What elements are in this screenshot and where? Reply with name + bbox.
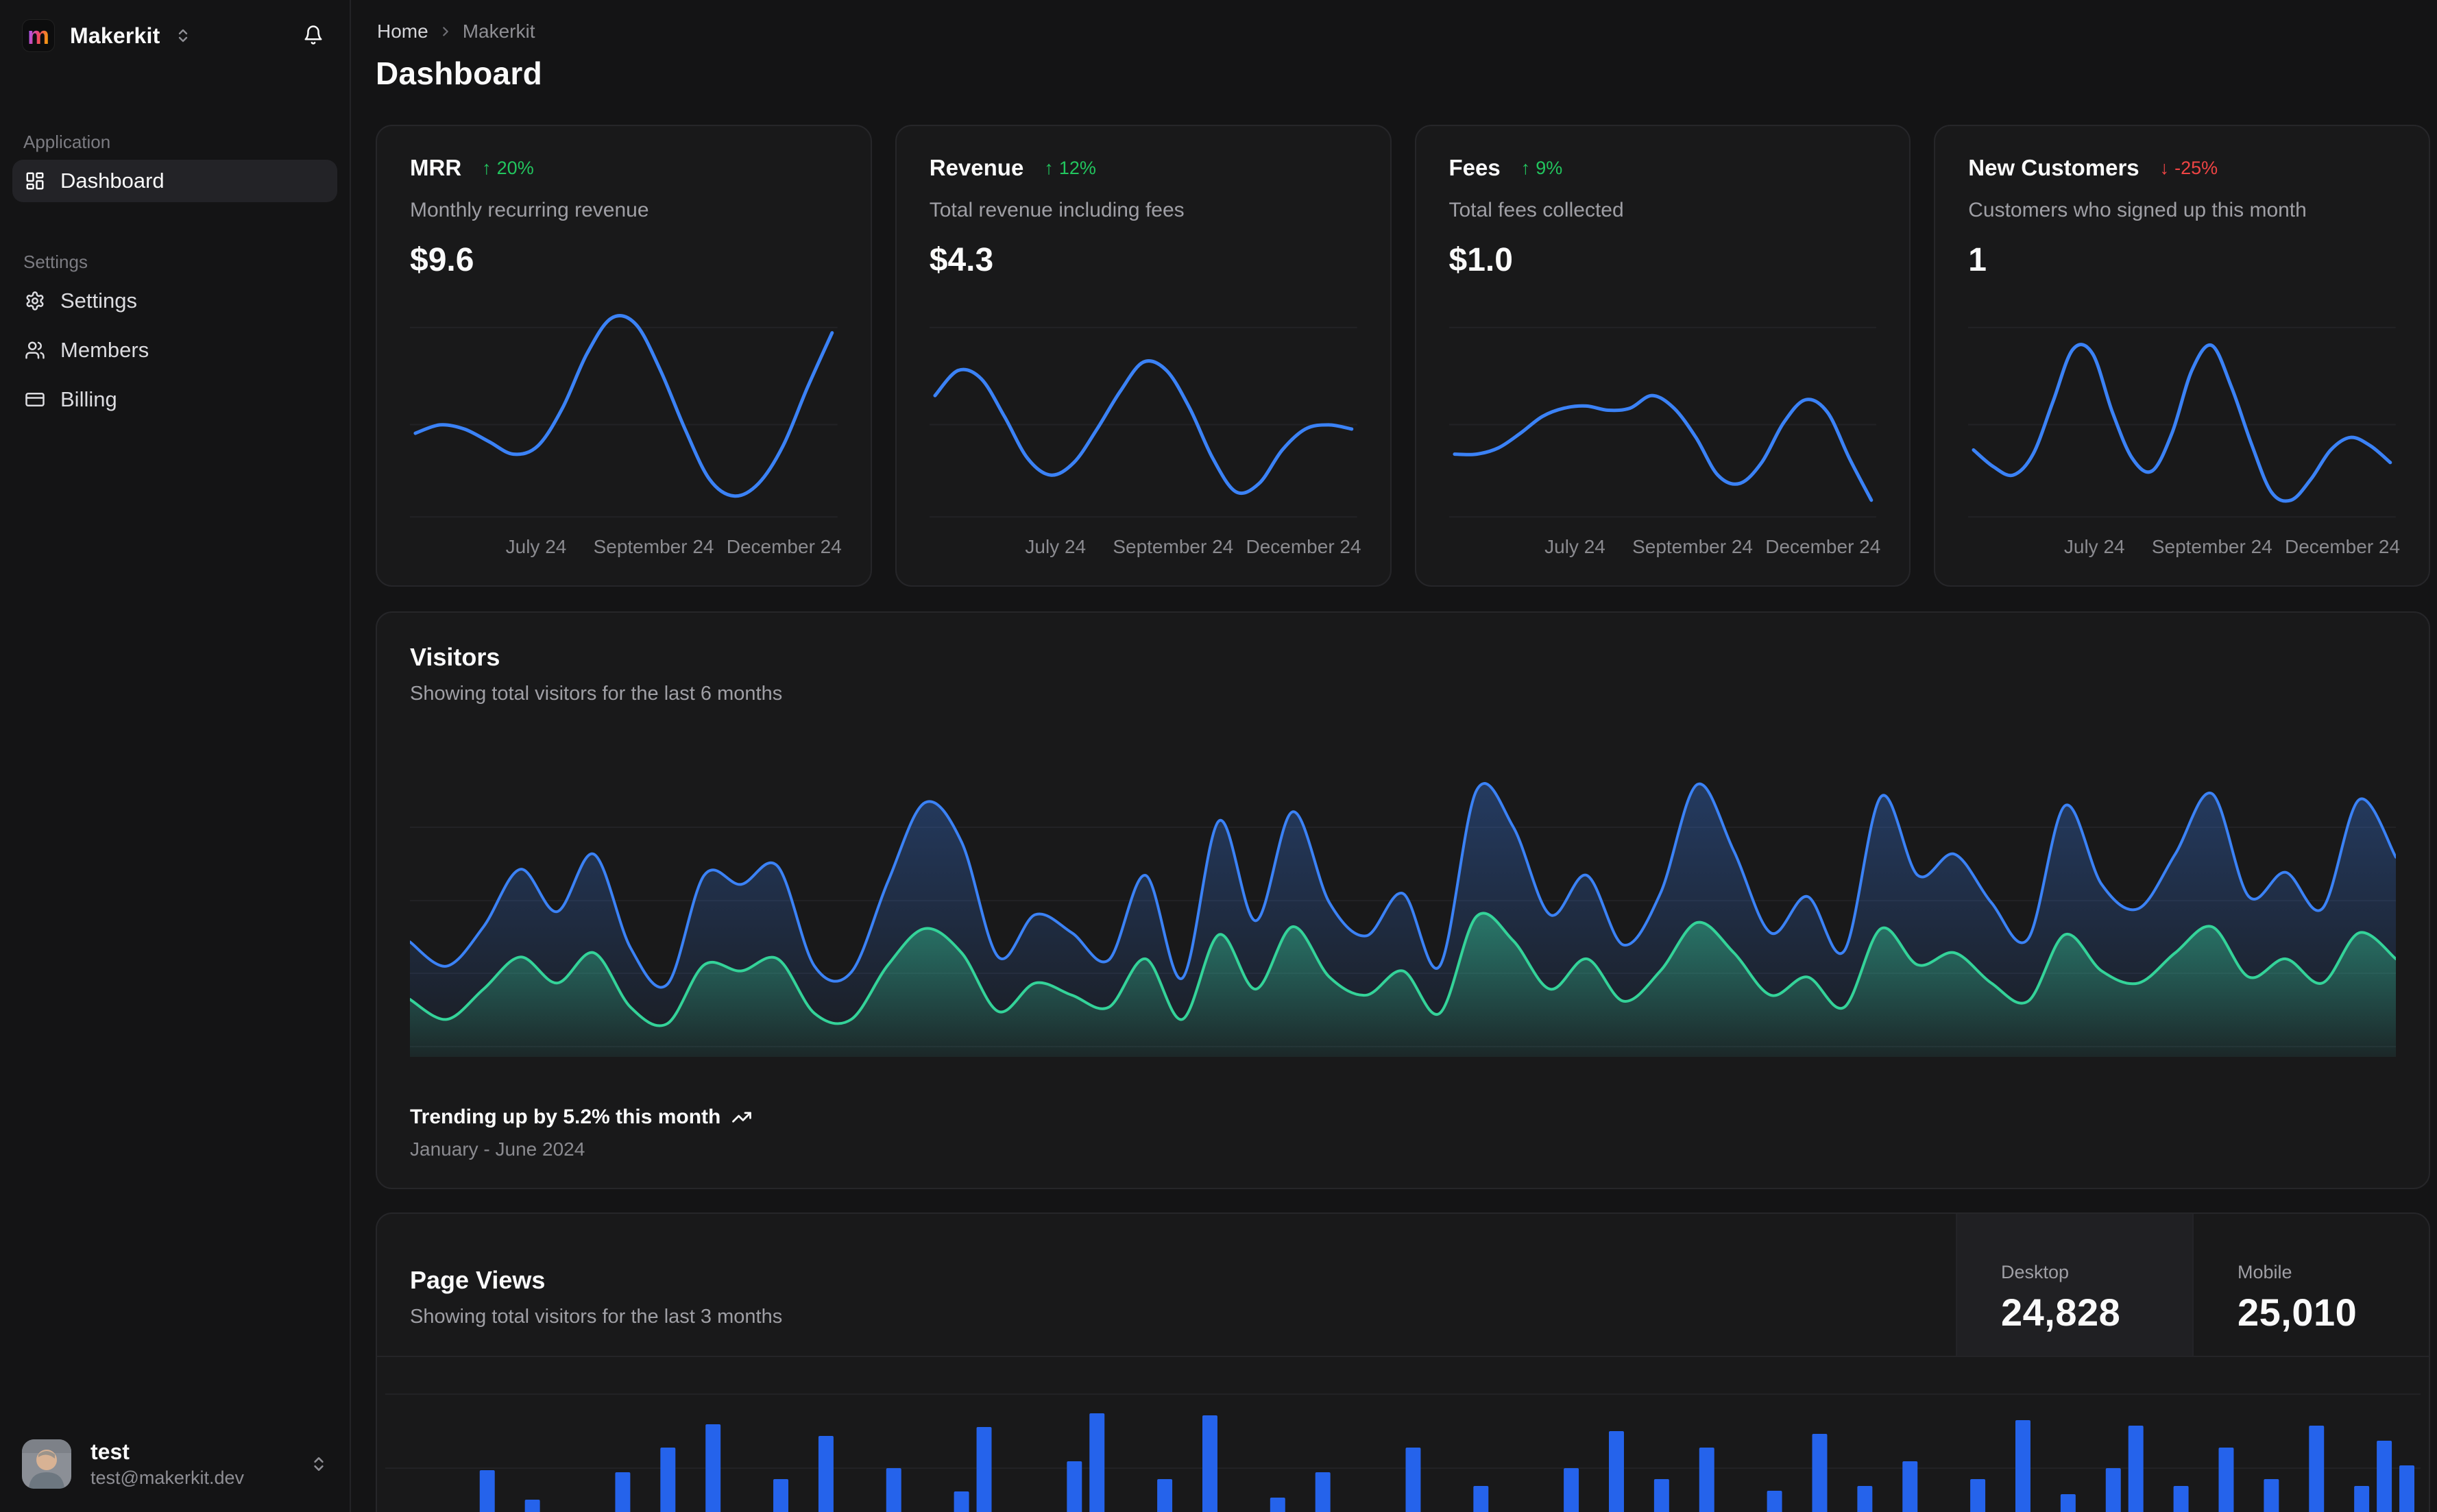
trending-up-icon: [731, 1107, 752, 1127]
trend-badge: ↑ 9%: [1520, 157, 1563, 178]
workspace-name: Makerkit: [70, 23, 160, 48]
profile-email: test@makerkit.dev: [90, 1467, 244, 1488]
makerkit-dashboard-app: m Makerkit Application Dashboard Setting…: [0, 0, 2437, 1512]
revenue-sparkline-chart: [929, 297, 1357, 529]
x-axis-labels: July 24 September 24 December 24: [1544, 536, 1881, 558]
page-views-subtitle: Showing total visitors for the last 3 mo…: [410, 1306, 783, 1328]
visitors-area-chart: [410, 745, 2396, 1060]
credit-card-icon: [25, 389, 45, 410]
desktop-value: 24,828: [2001, 1291, 2121, 1334]
logo-letter: m: [27, 21, 49, 49]
stat-subtitle: Total revenue including fees: [929, 199, 1185, 221]
visitors-trend-text: Trending up by 5.2% this month: [410, 1106, 721, 1128]
sidebar-item-label: Settings: [60, 289, 138, 313]
page-views-bar-chart: [377, 1357, 2429, 1512]
x-axis-labels: July 24 September 24 December 24: [2063, 536, 2401, 558]
desktop-stat-toggle[interactable]: Desktop 24,828: [1956, 1214, 2192, 1356]
desktop-label: Desktop: [2001, 1262, 2070, 1282]
sidebar-section-application: Application: [23, 132, 111, 152]
stat-value: $4.3: [929, 242, 994, 278]
page-views-title: Page Views: [410, 1266, 546, 1294]
stat-title: Revenue: [929, 155, 1024, 180]
stat-subtitle: Total fees collected: [1448, 199, 1624, 221]
page-views-card: Page Views Showing total visitors for th…: [376, 1212, 2430, 1512]
makerkit-logo: m: [22, 19, 55, 52]
stat-title: New Customers: [1968, 155, 2139, 180]
stat-value: 1: [1968, 242, 1987, 278]
stat-card-mrr: MRR ↑ 20% Monthly recurring revenue $9.6 …: [376, 125, 872, 587]
gear-icon: [25, 291, 45, 311]
sidebar-item-settings[interactable]: Settings: [12, 280, 337, 322]
notifications-button[interactable]: [299, 21, 328, 51]
mobile-label: Mobile: [2238, 1262, 2292, 1282]
chevrons-up-down-icon: [310, 1455, 328, 1473]
page-title: Dashboard: [376, 56, 542, 91]
arrow-up-icon: ↑: [482, 157, 492, 178]
arrow-up-icon: ↑: [1044, 157, 1054, 178]
stat-title: Fees: [1448, 155, 1501, 180]
sidebar-item-label: Billing: [60, 387, 117, 411]
stat-subtitle: Customers who signed up this month: [1968, 199, 2307, 221]
workspace-selector[interactable]: m Makerkit: [22, 19, 299, 52]
stat-subtitle: Monthly recurring revenue: [410, 199, 649, 221]
fees-sparkline-chart: [1448, 297, 1877, 529]
visitors-subtitle: Showing total visitors for the last 6 mo…: [410, 683, 783, 705]
layout-dashboard-icon: [25, 171, 45, 191]
sidebar-item-members[interactable]: Members: [12, 329, 337, 371]
sidebar-item-label: Members: [60, 338, 149, 362]
visitors-date-range: January - June 2024: [410, 1138, 585, 1160]
x-axis-labels: July 24 September 24 December 24: [1025, 536, 1361, 558]
sidebar-item-dashboard[interactable]: Dashboard: [12, 160, 337, 202]
stat-title: MRR: [410, 155, 462, 180]
arrow-up-icon: ↑: [1520, 157, 1531, 178]
mrr-sparkline-chart: [410, 297, 838, 529]
x-axis-labels: July 24 September 24 December 24: [505, 536, 842, 558]
visitors-title: Visitors: [410, 643, 500, 671]
chevron-right-icon: [438, 24, 453, 39]
visitors-card: Visitors Showing total visitors for the …: [376, 611, 2430, 1189]
trend-badge: ↑ 12%: [1044, 157, 1096, 178]
arrow-down-icon: ↓: [2159, 157, 2170, 178]
trend-badge: ↑ 20%: [482, 157, 534, 178]
breadcrumb-home-link[interactable]: Home: [377, 21, 428, 42]
mobile-value: 25,010: [2238, 1291, 2357, 1334]
sidebar-item-label: Dashboard: [60, 169, 165, 193]
breadcrumb: Home Makerkit: [376, 21, 2430, 42]
stat-value: $1.0: [1448, 242, 1513, 278]
breadcrumb-current: Makerkit: [462, 21, 535, 42]
stat-card-revenue: Revenue ↑ 12% Total revenue including fee…: [895, 125, 1392, 587]
sidebar-item-billing[interactable]: Billing: [12, 378, 337, 421]
customers-sparkline-chart: [1968, 297, 2396, 529]
sidebar: m Makerkit Application Dashboard Setting…: [0, 0, 351, 1512]
chevrons-up-down-icon: [175, 27, 191, 44]
trend-badge: ↓ -25%: [2159, 157, 2218, 178]
bell-icon: [303, 25, 324, 45]
users-icon: [25, 340, 45, 361]
profile-name: test: [90, 1439, 130, 1465]
user-profile-menu[interactable]: test test@makerkit.dev: [12, 1432, 337, 1496]
main-content: Home Makerkit Dashboard MRR ↑ 20% Monthly…: [351, 0, 2437, 1512]
stat-card-fees: Fees ↑ 9% Total fees collected $1.0 July …: [1414, 125, 1911, 587]
mobile-stat-toggle[interactable]: Mobile 25,010: [2192, 1214, 2429, 1356]
stat-card-new-customers: New Customers ↓ -25% Customers who signed…: [1934, 125, 2430, 587]
stat-value: $9.6: [410, 242, 474, 278]
avatar: [22, 1439, 71, 1489]
stat-cards-row: MRR ↑ 20% Monthly recurring revenue $9.6 …: [376, 125, 2430, 587]
sidebar-section-settings: Settings: [23, 252, 88, 272]
